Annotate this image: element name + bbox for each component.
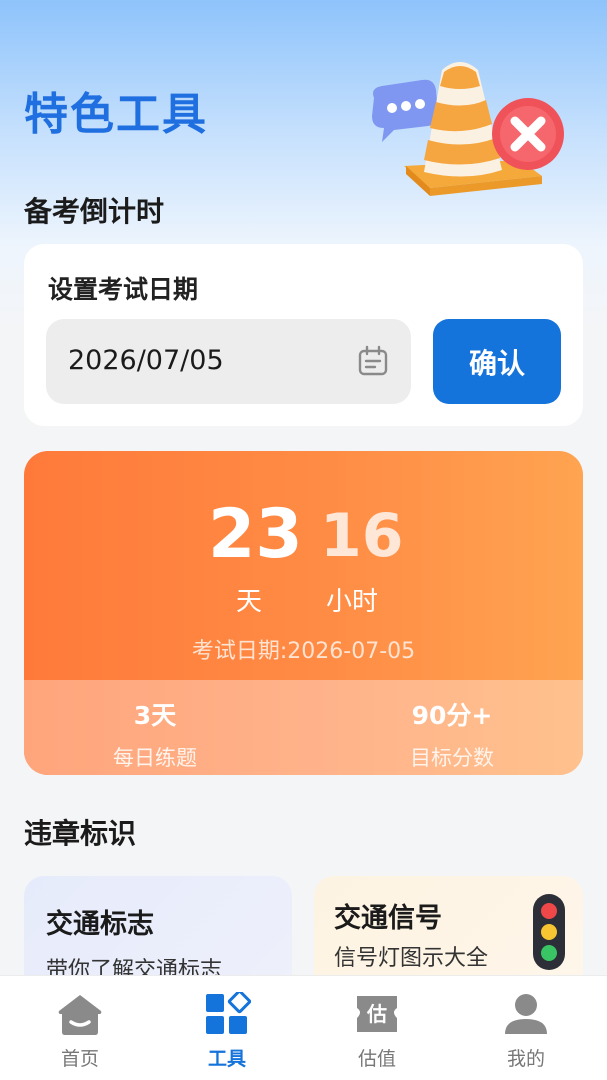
confirm-button[interactable]: 确认 bbox=[433, 319, 561, 404]
close-badge-icon bbox=[492, 98, 564, 170]
home-icon bbox=[58, 995, 102, 1035]
countdown-days-value: 23 bbox=[208, 495, 303, 574]
violation-section-title: 违章标识 bbox=[24, 817, 137, 850]
exam-date-label: 设置考试日期 bbox=[48, 275, 199, 304]
countdown-hours-value: 16 bbox=[320, 501, 404, 571]
traffic-light-icon bbox=[533, 894, 565, 970]
daily-practice-stat: 3天 每日练题 bbox=[30, 696, 280, 772]
valuation-icon-glyph: 估 bbox=[366, 1002, 387, 1026]
card-title: 交通信号 bbox=[334, 903, 442, 934]
bottom-tab-bar: 首页 工具 估 估值 我的 bbox=[0, 975, 607, 1080]
page-title: 特色工具 bbox=[24, 89, 208, 140]
traffic-cone-illustration bbox=[372, 62, 564, 196]
tab-label: 估值 bbox=[357, 1048, 396, 1070]
tab-label: 首页 bbox=[60, 1048, 99, 1070]
tab-label: 我的 bbox=[506, 1048, 545, 1070]
tab-tools[interactable]: 工具 bbox=[172, 992, 282, 1071]
chat-bubble-icon bbox=[372, 79, 439, 142]
tab-valuation[interactable]: 估 估值 bbox=[322, 992, 432, 1071]
countdown-stats-bar: 3天 每日练题 90分+ 目标分数 bbox=[24, 680, 583, 775]
exam-date-input[interactable]: 2026/07/05 bbox=[46, 319, 411, 404]
tab-home[interactable]: 首页 bbox=[25, 992, 135, 1071]
countdown-exam-date: 考试日期:2026-07-05 bbox=[191, 639, 416, 664]
exam-date-value: 2026/07/05 bbox=[68, 345, 224, 376]
card-subtitle: 信号灯图示大全 bbox=[334, 946, 489, 971]
countdown-section-title: 备考倒计时 bbox=[24, 195, 165, 228]
card-title: 交通标志 bbox=[46, 909, 154, 940]
countdown-days-unit: 天 bbox=[236, 587, 263, 617]
stat-label: 目标分数 bbox=[410, 746, 494, 770]
stat-value: 3天 bbox=[133, 701, 177, 730]
valuation-icon: 估 bbox=[357, 996, 397, 1032]
stat-value: 90分+ bbox=[411, 701, 493, 730]
calendar-icon[interactable] bbox=[357, 345, 389, 377]
countdown-hours-unit: 小时 bbox=[326, 587, 379, 617]
target-score-stat: 90分+ 目标分数 bbox=[327, 696, 577, 772]
tab-profile[interactable]: 我的 bbox=[471, 992, 581, 1071]
countdown-card: 23 16 天 小时 考试日期:2026-07-05 3天 每日练题 90分+ … bbox=[24, 451, 583, 775]
profile-icon bbox=[505, 994, 547, 1034]
stat-label: 每日练题 bbox=[113, 746, 197, 770]
exam-date-card: 设置考试日期 2026/07/05 确认 bbox=[24, 244, 583, 426]
tools-icon bbox=[206, 992, 251, 1034]
tab-label: 工具 bbox=[207, 1048, 246, 1070]
